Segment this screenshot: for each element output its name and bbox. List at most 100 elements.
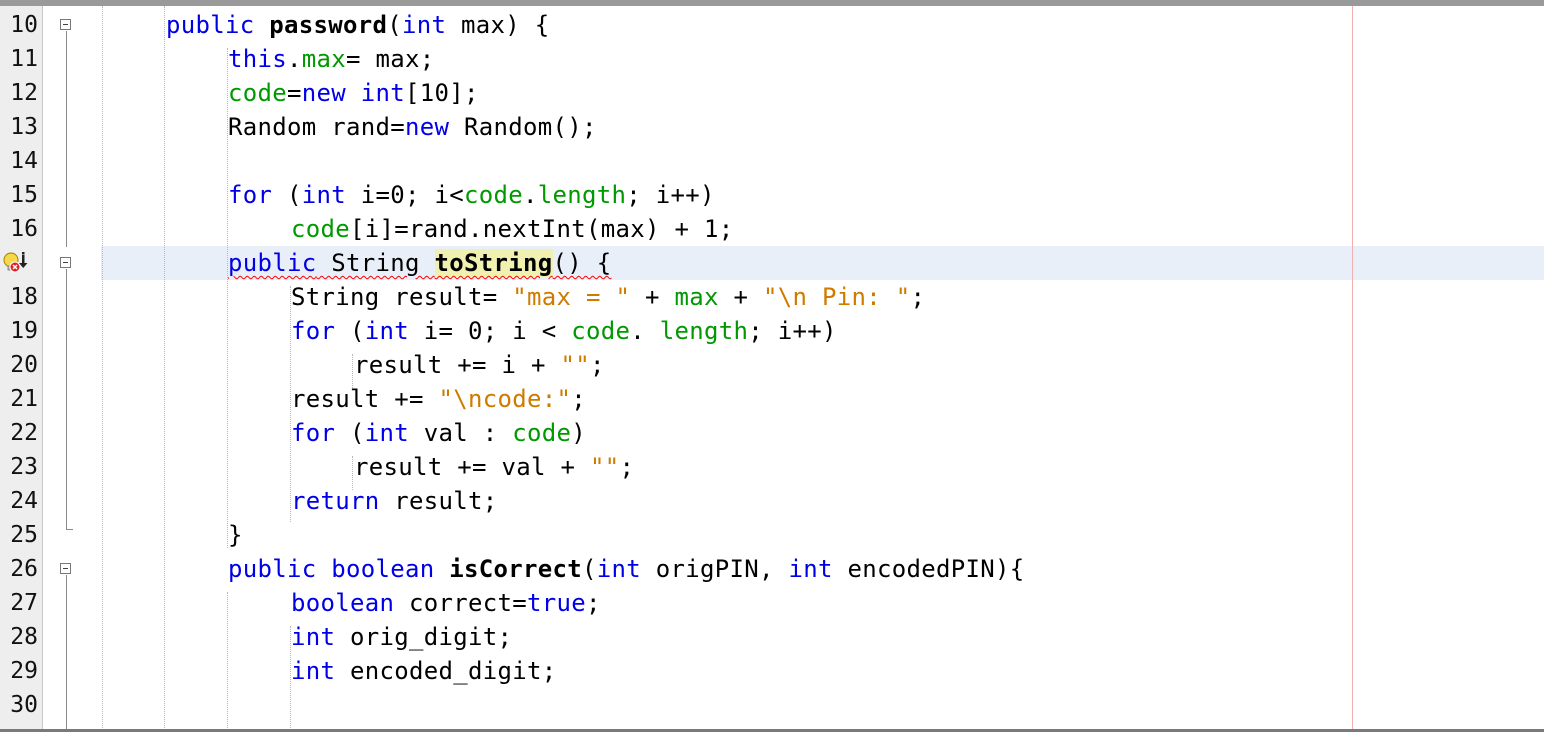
line-number: 26 <box>10 556 38 582</box>
field-name: length <box>659 317 749 345</box>
line-number: 18 <box>10 284 38 310</box>
code-text: ; <box>590 351 605 379</box>
code-line[interactable]: int orig_digit; <box>291 620 512 654</box>
code-text: origPIN, <box>641 555 789 583</box>
keyword: int <box>596 555 641 583</box>
code-line[interactable]: this.max= max; <box>228 42 435 76</box>
keyword: new <box>405 113 450 141</box>
code-text: ; i++) <box>626 181 715 209</box>
code-editor[interactable]: 10 11 12 13 14 15 16 18 19 20 21 22 23 2… <box>0 0 1544 732</box>
code-line[interactable]: code[i]=rand.nextInt(max) + 1; <box>291 212 733 246</box>
code-text: ; <box>910 283 926 311</box>
keyword: int <box>301 181 346 209</box>
code-text: correct= <box>394 589 527 617</box>
code-line[interactable]: String result= "max = " + max + "\n Pin:… <box>291 280 925 314</box>
method-name: password <box>269 11 388 39</box>
code-line[interactable]: return result; <box>291 484 498 518</box>
code-text: encodedPIN){ <box>832 555 1025 583</box>
indent-guide <box>164 6 165 729</box>
keyword: public <box>166 11 255 39</box>
code-line[interactable]: public password(int max) { <box>166 8 550 42</box>
code-line[interactable]: for (int i=0; i<code.length; i++) <box>228 178 715 212</box>
string-literal: "max = " <box>512 283 631 311</box>
code-line[interactable]: boolean correct=true; <box>291 586 601 620</box>
fold-range-line <box>66 575 67 729</box>
line-number: 25 <box>10 522 38 548</box>
keyword: public <box>228 555 317 583</box>
line-number: 16 <box>10 216 38 242</box>
code-line-error[interactable]: public String toString() { <box>228 246 612 280</box>
code-text: + <box>630 283 675 311</box>
field-name: code <box>512 419 572 447</box>
field-name: code <box>291 215 350 243</box>
code-text: String result= <box>291 283 513 311</box>
keyword: public <box>228 249 317 277</box>
code-line[interactable]: result += val + ""; <box>354 450 634 484</box>
code-text: ( <box>582 555 597 583</box>
code-text: ; <box>571 385 586 413</box>
code-text: ; <box>586 589 601 617</box>
fold-collapse-icon[interactable] <box>60 563 71 574</box>
code-text: result += i + <box>354 351 561 379</box>
code-text: Random(); <box>449 113 597 141</box>
code-text: result += <box>291 385 439 413</box>
fold-gutter <box>43 6 101 729</box>
keyword: for <box>291 317 336 345</box>
right-margin-line <box>1352 6 1353 729</box>
line-number: 15 <box>10 182 38 208</box>
code-text: result; <box>379 487 498 515</box>
line-number: 23 <box>10 454 38 480</box>
code-text: ; <box>619 453 635 481</box>
indent-guide <box>227 592 228 729</box>
line-number: 20 <box>10 352 38 378</box>
code-text: = max; <box>346 45 435 73</box>
method-name-occurrence: toString <box>434 249 553 277</box>
fold-collapse-icon[interactable] <box>60 257 71 268</box>
line-number: 14 <box>10 148 38 174</box>
keyword: this <box>228 45 287 73</box>
line-number: 29 <box>10 658 38 684</box>
line-number: 30 <box>10 692 38 718</box>
field-name: length <box>537 181 627 209</box>
code-text: [10]; <box>405 79 479 107</box>
code-text: ) <box>571 419 586 447</box>
keyword: int <box>402 11 447 39</box>
code-line[interactable]: for (int i= 0; i < code. length; i++) <box>291 314 837 348</box>
code-line[interactable]: result += "\ncode:"; <box>291 382 586 416</box>
code-text: = <box>287 79 302 107</box>
code-text: . <box>287 45 302 73</box>
fold-collapse-icon[interactable] <box>60 19 71 30</box>
error-hint-lightbulb-icon[interactable] <box>2 252 28 274</box>
keyword: for <box>291 419 336 447</box>
line-number: 22 <box>10 420 38 446</box>
keyword: true <box>527 589 586 617</box>
line-number-gutter[interactable]: 10 11 12 13 14 15 16 18 19 20 21 22 23 2… <box>0 6 43 729</box>
code-line[interactable]: } <box>228 518 243 552</box>
fold-range-end <box>66 529 73 530</box>
code-text: Random rand= <box>228 113 405 141</box>
line-number: 11 <box>10 46 38 72</box>
code-text: i= 0; i < <box>409 317 572 345</box>
code-text: ( <box>335 317 365 345</box>
code-text: . <box>630 317 660 345</box>
code-line[interactable]: result += i + ""; <box>354 348 605 382</box>
keyword: return <box>291 487 380 515</box>
keyword: boolean <box>291 589 395 617</box>
field-name: max <box>674 283 719 311</box>
code-line[interactable]: Random rand=new Random(); <box>228 110 597 144</box>
keyword: int <box>364 317 409 345</box>
code-line[interactable]: int encoded_digit; <box>291 654 557 688</box>
code-line[interactable]: public boolean isCorrect(int origPIN, in… <box>228 552 1025 586</box>
code-text: max) { <box>446 11 550 39</box>
keyword: boolean <box>331 555 435 583</box>
line-number: 12 <box>10 80 38 106</box>
code-line[interactable]: for (int val : code) <box>291 416 586 450</box>
code-line[interactable]: code=new int[10]; <box>228 76 479 110</box>
field-name: max <box>301 45 346 73</box>
closing-brace: } <box>228 521 243 549</box>
code-text: ( <box>272 181 302 209</box>
